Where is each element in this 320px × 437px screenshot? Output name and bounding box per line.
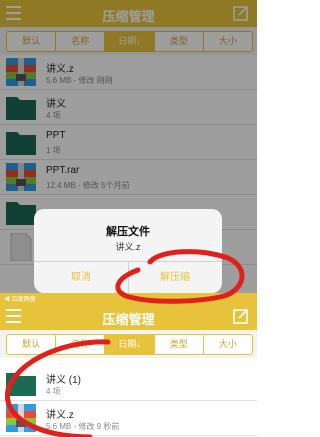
status-bar	[0, 293, 257, 303]
sort-tab-size[interactable]: 大小	[204, 335, 252, 354]
sort-bar-container: 默认 名称 日期↓ 类型 大小	[0, 330, 257, 358]
cancel-button[interactable]: 取消	[34, 262, 129, 293]
extract-dialog: 解压文件 讲义.z 取消 解压缩	[34, 209, 222, 293]
file-meta: 4 项	[46, 387, 61, 396]
file-name: 讲义.z	[46, 410, 74, 421]
file-list: 讲义 (1) 4 项 讲义.z 5.6 MB - 修改 9 秒前	[0, 366, 257, 436]
dialog-title: 解压文件	[106, 226, 150, 238]
page-title: 压缩管理	[102, 312, 155, 327]
archive-icon	[6, 404, 36, 432]
sort-tab-type[interactable]: 类型	[155, 335, 204, 354]
sort-tab-name[interactable]: 名称	[56, 335, 106, 354]
title-bar: 压缩管理	[0, 303, 257, 330]
dialog-message: 讲义.z	[115, 242, 141, 252]
sort-bar: 默认 名称 日期↓ 类型 大小	[6, 334, 253, 355]
extract-button[interactable]: 解压缩	[128, 262, 222, 293]
folder-icon	[6, 373, 36, 396]
file-meta: 5.6 MB - 修改 9 秒前	[46, 422, 120, 431]
sort-tab-default[interactable]: 默认	[7, 335, 57, 354]
sort-tab-date[interactable]: 日期↓	[105, 335, 155, 354]
edit-icon[interactable]	[233, 308, 249, 324]
back-to-app-link[interactable]: ◀ 百度网盘	[4, 294, 36, 303]
top-screen: 压缩管理 默认 名称 日期↓ 类型 大小 讲义.z 5.6 MB - 修改 刚刚	[0, 0, 257, 293]
list-item[interactable]: 讲义 (1) 4 项	[0, 366, 257, 401]
file-name: 讲义 (1)	[46, 375, 81, 386]
bottom-screen: 压缩管理 默认 名称 日期↓ 类型 大小 讲义 (1) 4 项 讲义.z 5.6…	[0, 293, 257, 437]
page-indicator	[123, 429, 147, 432]
